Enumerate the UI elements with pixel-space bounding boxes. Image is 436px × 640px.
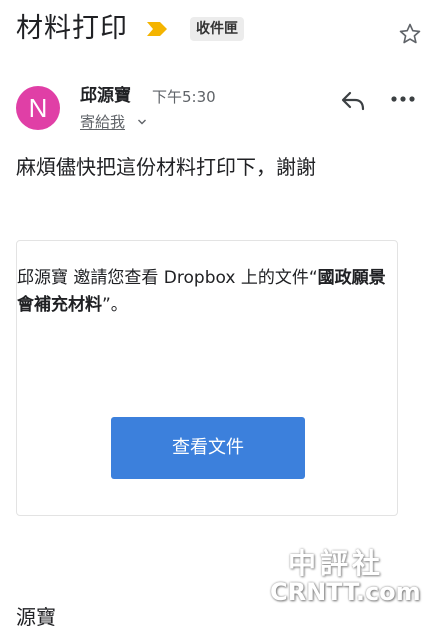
chevron-down-icon[interactable] [137,118,147,126]
email-subject: 材料打印 [16,13,128,44]
sender-name[interactable]: 邱源寶 [80,85,131,107]
email-body: 麻煩儘快把這份材料打印下，謝謝 [16,155,316,179]
share-message-prefix: 邱源寶 邀請您查看 Dropbox 上的文件“ [17,268,318,288]
recipient-toggle[interactable]: 寄給我 [80,112,125,132]
avatar[interactable]: N [16,86,60,130]
sender-row: N 邱源寶 下午5:30 寄給我 [16,86,420,138]
inbox-label[interactable]: 收件匣 [190,17,244,41]
star-icon[interactable] [398,22,422,46]
email-signature: 源寶 [16,605,56,629]
share-message-suffix: ”。 [102,295,128,315]
importance-marker-icon[interactable] [146,21,168,37]
watermark-logo-text: 中評社 [288,547,385,580]
email-time: 下午5:30 [152,88,216,106]
watermark: 中評社 CRNTT.com [268,540,421,612]
watermark-domain: CRNTT.com [270,578,421,606]
share-message: 邱源寶 邀請您查看 Dropbox 上的文件“國政願景會補充材料”。 [17,265,389,319]
subject-row: 材料打印 收件匣 [16,8,424,52]
dropbox-share-card: 邱源寶 邀請您查看 Dropbox 上的文件“國政願景會補充材料”。 查看文件 [16,240,398,516]
view-document-button[interactable]: 查看文件 [111,417,305,479]
reply-icon[interactable] [340,90,366,112]
more-icon[interactable] [390,94,416,104]
